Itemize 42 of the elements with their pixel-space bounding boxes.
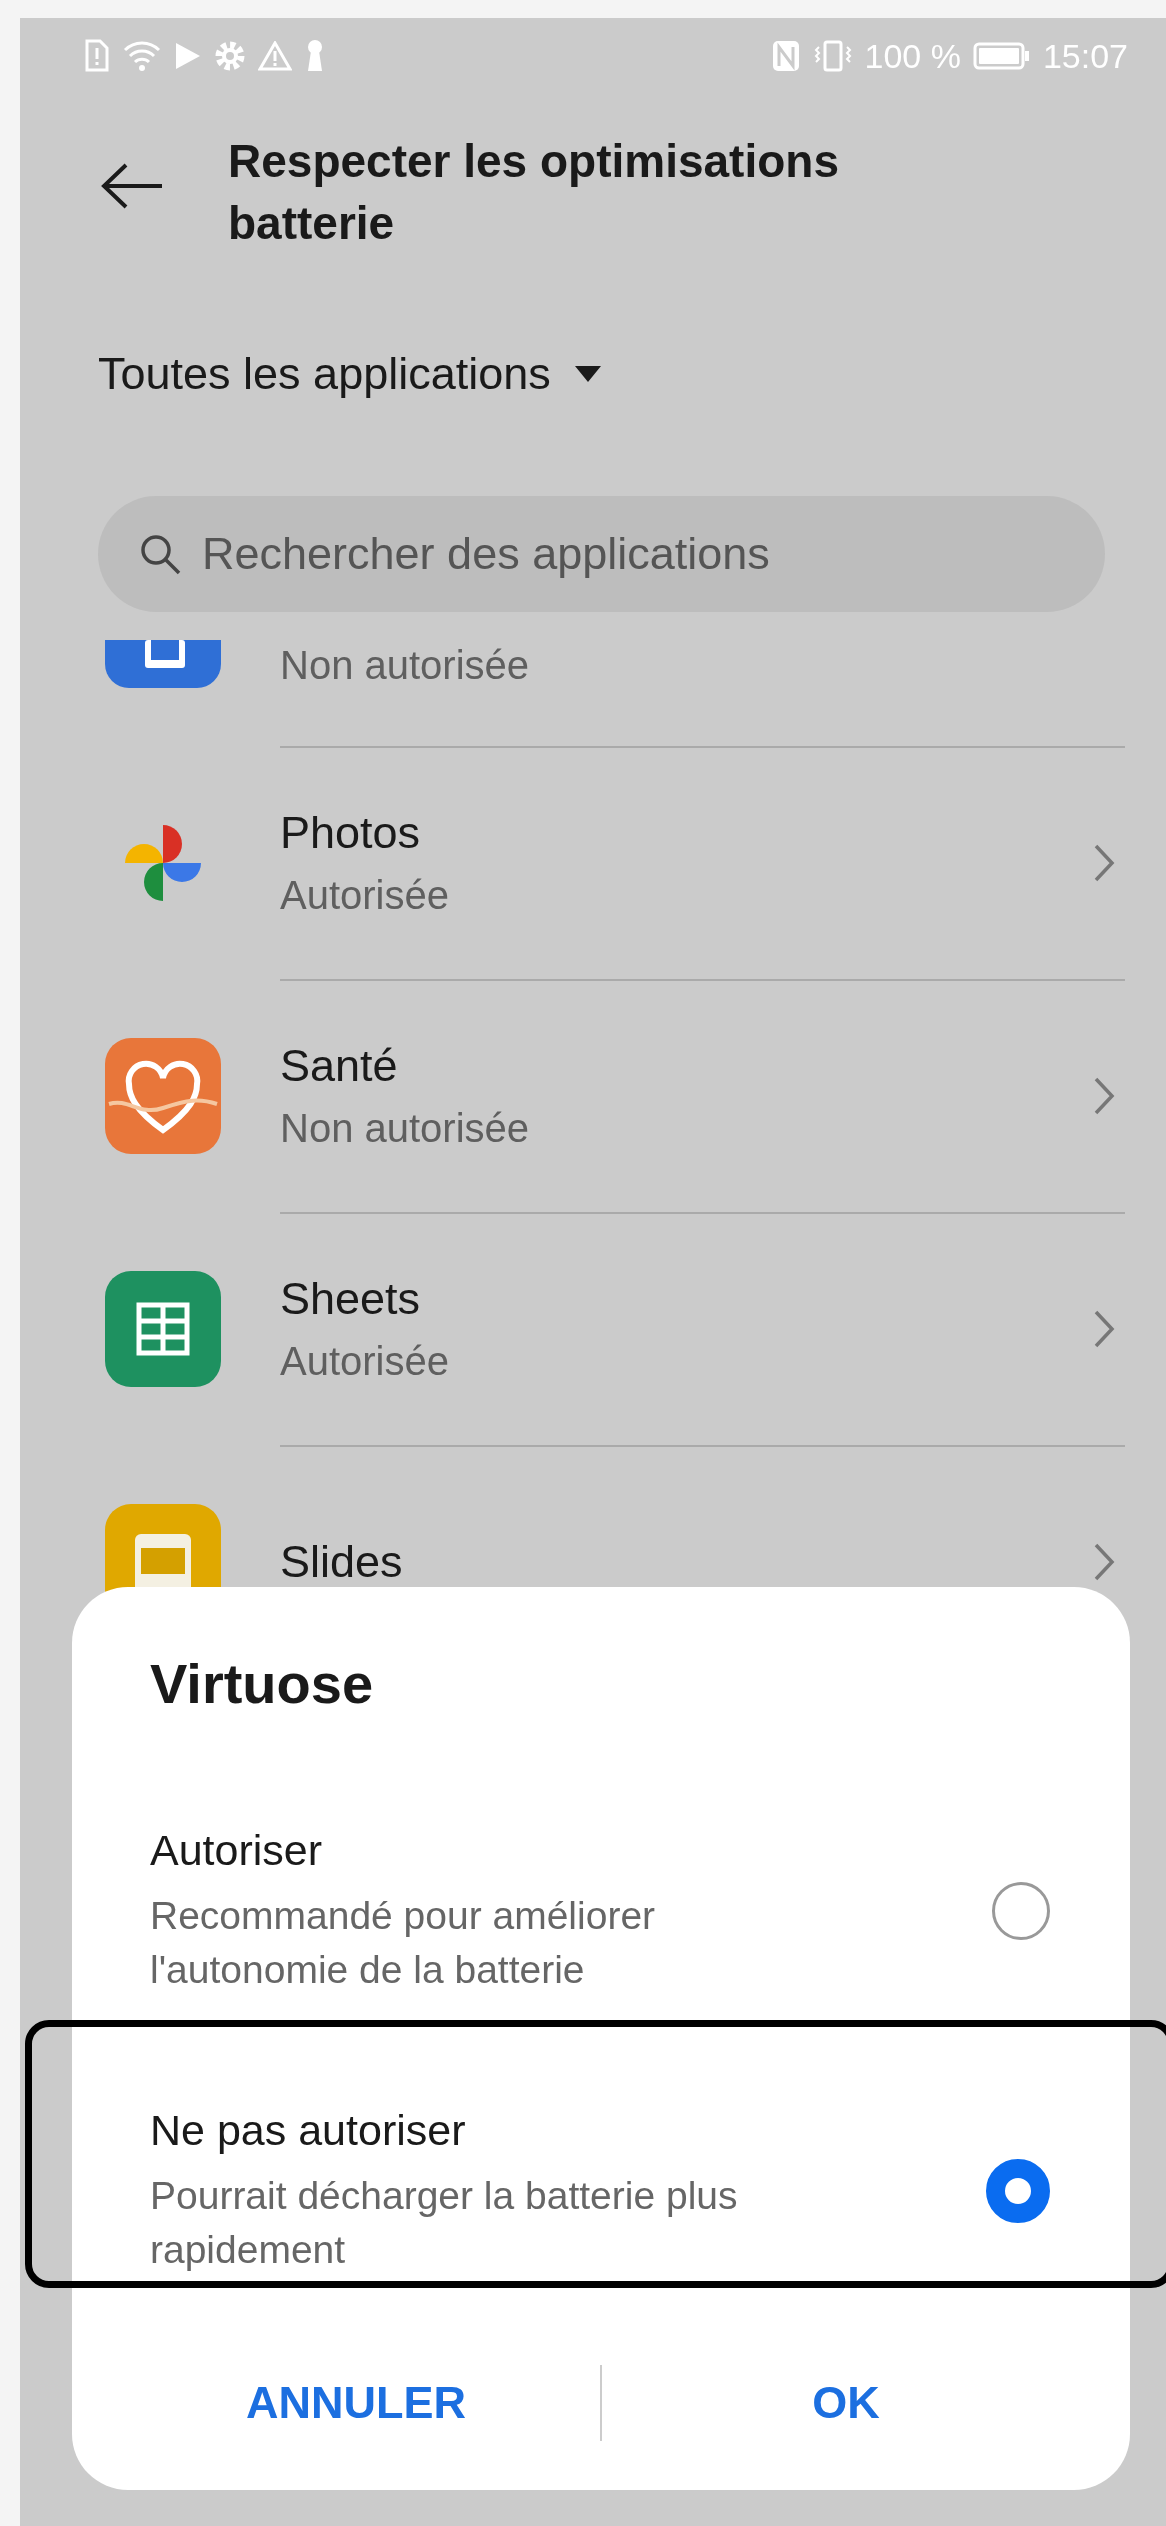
dialog-button[interactable]: OK xyxy=(602,2338,1090,2468)
page-title: Respecter les optimisations batterie xyxy=(228,134,840,251)
option-description: Pourrait décharger la batterie plus rapidement xyxy=(150,2172,739,2273)
vibrate-icon xyxy=(812,39,853,73)
radio-button[interactable] xyxy=(986,2159,1050,2223)
app-status: Autorisée xyxy=(280,1339,450,1384)
option-description: Recommandé pour améliorer l'autonomie de la batterie xyxy=(150,1892,657,1993)
radio-option[interactable]: Autoriser Recommandé pour améliorer l'autonomie de la batterie xyxy=(72,1723,1130,2003)
app-row[interactable]: Santé Non autorisée xyxy=(105,979,1125,1212)
app-status: Non autorisée xyxy=(280,643,531,688)
app-name: Slides xyxy=(280,1535,404,1588)
chevron-right-icon xyxy=(1093,842,1115,883)
filter-dropdown[interactable]: Toutes les applications xyxy=(98,344,601,404)
app-status: Non autorisée xyxy=(280,1106,531,1151)
sim-alert-icon xyxy=(84,39,110,73)
radio-button[interactable] xyxy=(992,1882,1050,1940)
radio-option[interactable]: Ne pas autoriser Pourrait décharger la batterie plus rapidement xyxy=(72,2003,1130,2283)
chevron-right-icon xyxy=(1093,1075,1115,1116)
app-status: Autorisée xyxy=(280,873,450,918)
warning-icon xyxy=(258,41,292,71)
option-label: Ne pas autoriser xyxy=(150,2105,467,2155)
chevron-right-icon xyxy=(1093,1308,1115,1349)
heart-app-icon xyxy=(105,1037,221,1154)
app-row[interactable]: Photos Autorisée xyxy=(105,746,1125,979)
search-icon xyxy=(138,532,182,576)
battery-icon xyxy=(972,41,1031,71)
search-field[interactable]: Rechercher des applications xyxy=(98,496,1105,612)
wifi-icon xyxy=(122,39,162,73)
nfc-icon xyxy=(770,39,801,73)
app-name: Photos xyxy=(280,807,422,859)
dialog-title: Virtuose xyxy=(150,1651,375,1717)
gear-icon xyxy=(214,40,246,72)
app-name: Santé xyxy=(280,1040,399,1092)
dialog-button[interactable]: ANNULER xyxy=(112,2338,600,2468)
option-label: Autoriser xyxy=(150,1825,324,1875)
chevron-right-icon xyxy=(1093,1541,1115,1582)
caret-icon xyxy=(574,366,601,382)
play-icon xyxy=(174,41,202,71)
back-icon[interactable] xyxy=(100,162,164,210)
spreadsheet-app-icon xyxy=(105,1270,221,1387)
app-name: Sheets xyxy=(280,1273,422,1325)
app-row[interactable]: Sheets Autorisée xyxy=(105,1212,1125,1445)
